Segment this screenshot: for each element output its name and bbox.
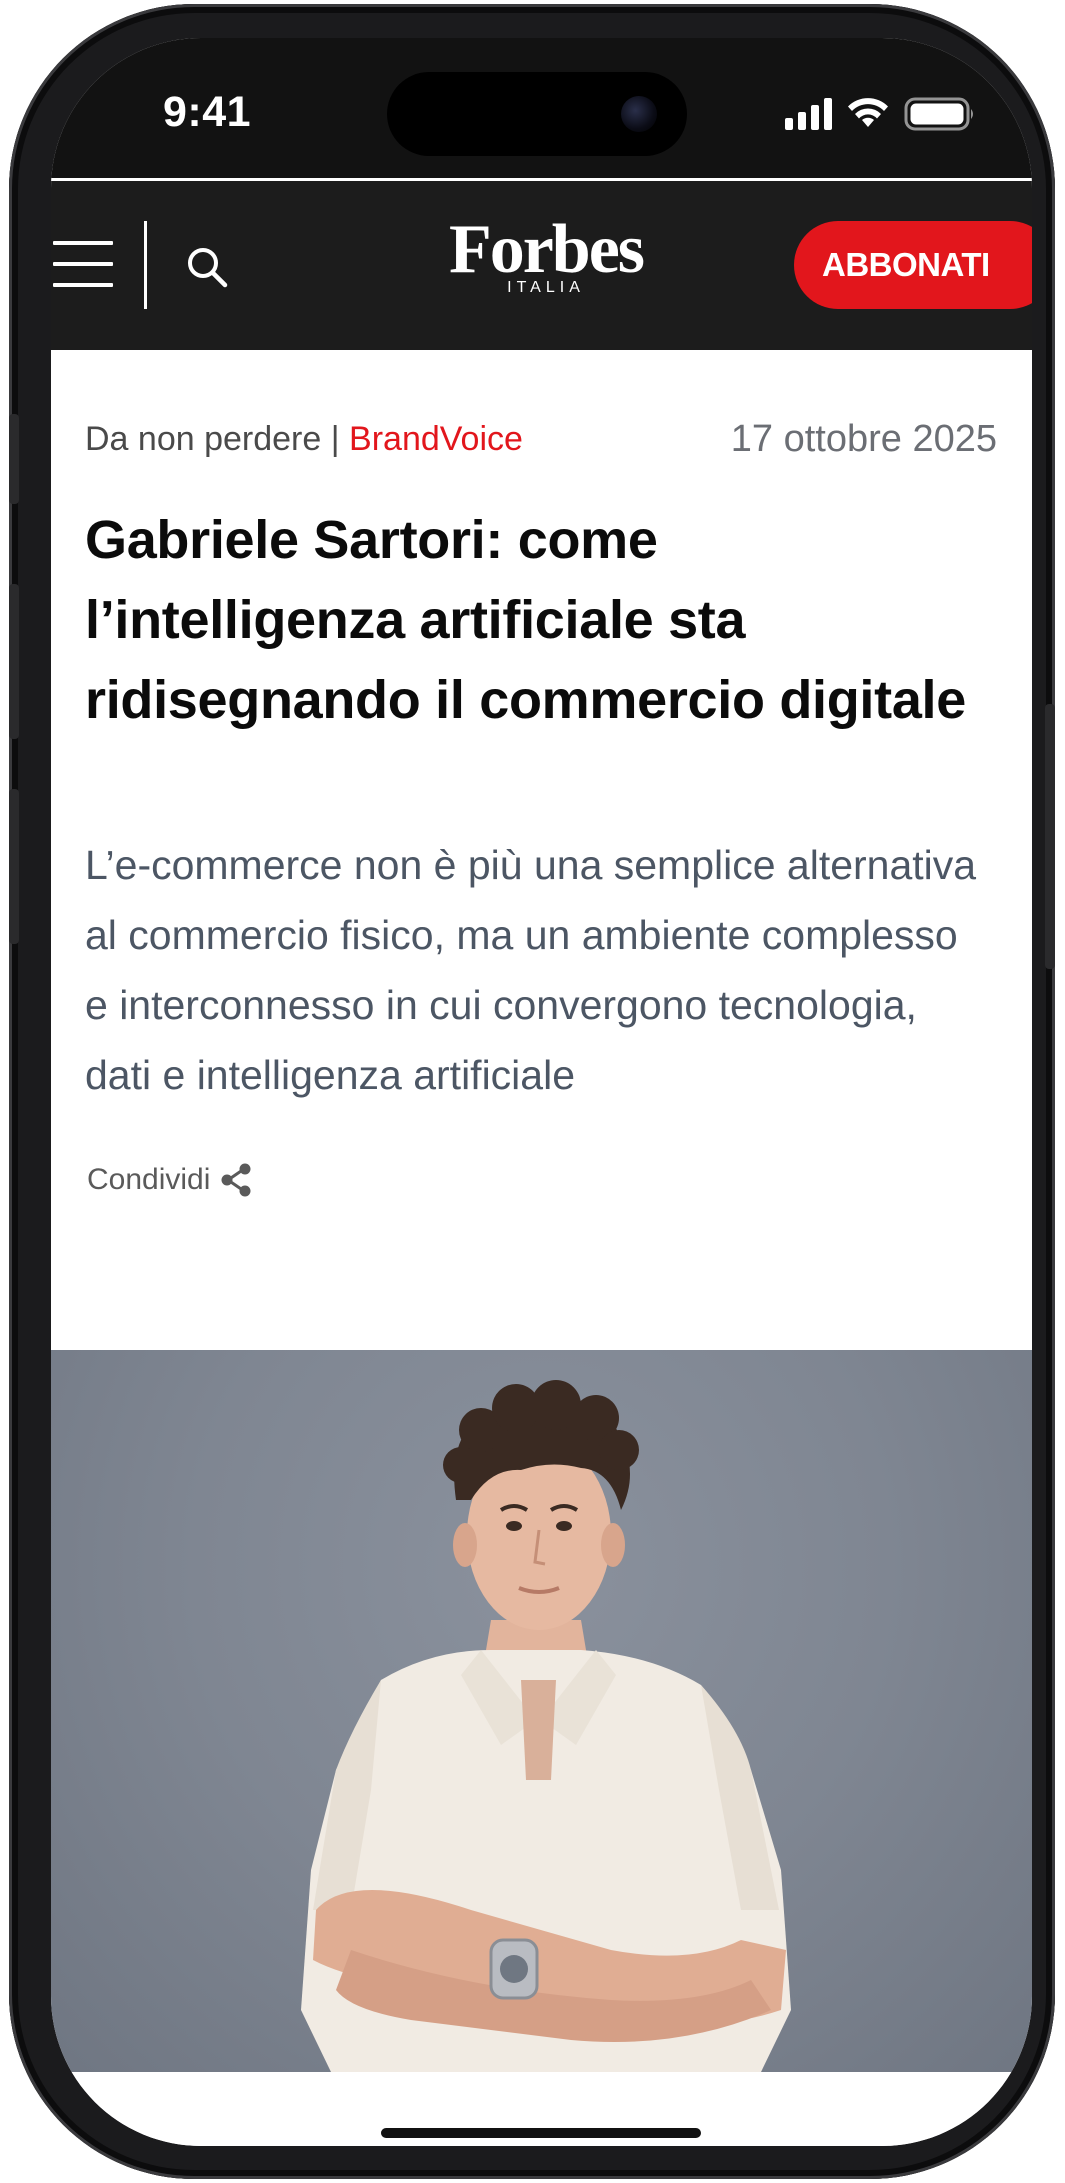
brandvoice-link[interactable]: BrandVoice <box>349 420 523 458</box>
logo-wordmark: Forbes <box>448 211 645 288</box>
share-button[interactable]: Condividi <box>87 1162 252 1198</box>
meta-separator: | <box>330 420 340 458</box>
article-meta: Da non perdere | BrandVoice 17 ottobre 2… <box>85 418 997 464</box>
section-link[interactable]: Da non perdere <box>85 420 321 458</box>
article-dek: L’e-commerce non è più una semplice alte… <box>85 842 977 1098</box>
subscribe-button[interactable]: ABBONATI <box>794 221 1032 309</box>
article-category: Da non perdere | BrandVoice <box>85 420 523 459</box>
battery-icon <box>904 97 973 131</box>
power-button <box>1045 704 1055 969</box>
share-icon <box>221 1163 251 1197</box>
status-icons <box>785 94 976 134</box>
mute-switch <box>9 414 19 504</box>
status-bar: 9:41 <box>51 38 1032 178</box>
status-time: 9:41 <box>163 88 252 136</box>
hamburger-menu-icon[interactable] <box>53 241 113 287</box>
volume-down-button <box>9 789 19 944</box>
article-headline: Gabriele Sartori: come l’intelligenza ar… <box>85 510 966 730</box>
volume-up-button <box>9 584 19 739</box>
screen: 9:41 Forbes ITALIA ABBONATI Da non perde… <box>51 38 1032 2146</box>
search-icon[interactable] <box>183 243 231 291</box>
share-label: Condividi <box>87 1163 211 1196</box>
forbes-logo[interactable]: Forbes ITALIA <box>421 211 671 297</box>
dynamic-island <box>387 72 687 156</box>
article-hero-image <box>51 1350 1032 2072</box>
cellular-signal-icon <box>785 98 832 130</box>
camera-icon <box>621 96 657 132</box>
portrait-photo <box>301 1380 791 2072</box>
wifi-icon <box>848 98 888 127</box>
home-indicator[interactable] <box>381 2128 701 2138</box>
phone-frame: 9:41 Forbes ITALIA ABBONATI Da non perde… <box>9 4 1055 2179</box>
article-date: 17 ottobre 2025 <box>730 418 997 460</box>
site-header: Forbes ITALIA ABBONATI <box>51 178 1032 350</box>
header-divider <box>144 221 147 309</box>
